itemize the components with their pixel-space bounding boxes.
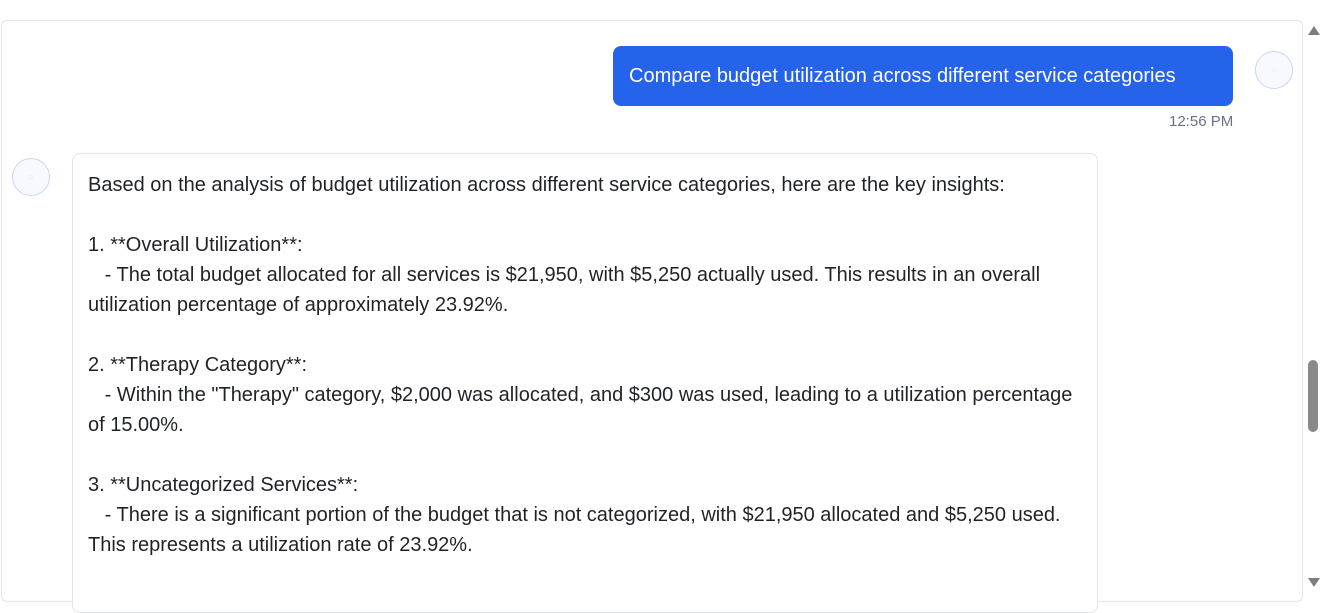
user-message: Compare budget utilization across differ… — [613, 46, 1233, 106]
assistant-line: Based on the analysis of budget utilizat… — [88, 174, 1005, 196]
assistant-line: 1. **Overall Utilization**: — [88, 234, 303, 256]
scrollbar-thumb[interactable] — [1308, 360, 1318, 432]
assistant-line: - Within the "Therapy" category, $2,000 … — [88, 384, 1078, 436]
assistant-line: 3. **Uncategorized Services**: — [88, 474, 359, 496]
user-message-timestamp: 12:56 PM — [1169, 113, 1234, 130]
user-message-bubble: Compare budget utilization across differ… — [613, 46, 1233, 106]
user-avatar-icon: ○ — [1255, 51, 1293, 89]
assistant-line: 2. **Therapy Category**: — [88, 354, 308, 376]
assistant-line: - The total budget allocated for all ser… — [88, 264, 1046, 316]
assistant-avatar-icon: ○ — [12, 158, 50, 196]
assistant-message-bubble: Based on the analysis of budget utilizat… — [72, 153, 1098, 613]
user-message-text: Compare budget utilization across differ… — [629, 64, 1176, 87]
scroll-up-arrow-icon[interactable] — [1308, 26, 1320, 35]
assistant-line: - There is a significant portion of the … — [88, 504, 1066, 556]
vertical-scrollbar[interactable] — [1304, 20, 1324, 587]
